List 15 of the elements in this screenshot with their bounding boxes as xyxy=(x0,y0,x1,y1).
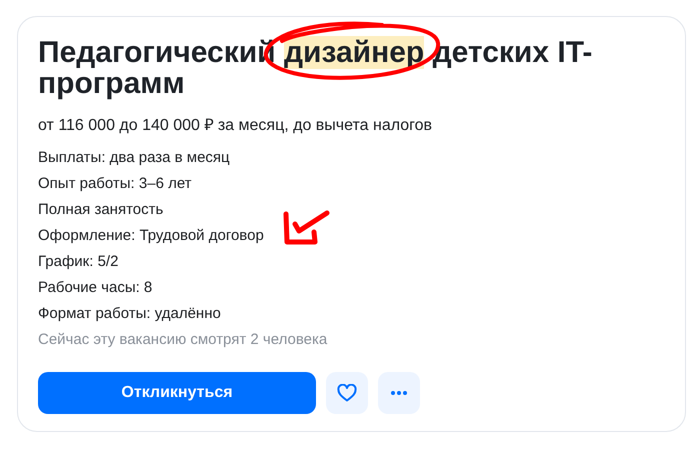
detail-text: Выплаты: два раза в месяц xyxy=(38,148,230,168)
heart-icon xyxy=(337,384,357,402)
viewers-text: Сейчас эту вакансию смотрят 2 человека xyxy=(38,330,328,350)
more-button[interactable] xyxy=(378,372,420,414)
detail-text: График: 5/2 xyxy=(38,252,118,272)
detail-text: Рабочие часы: 8 xyxy=(38,278,152,298)
salary-text: от 116 000 до 140 000 ₽ за месяц, до вычета налогов xyxy=(38,116,434,136)
favorite-button[interactable] xyxy=(326,372,368,414)
apply-button[interactable]: Откликнуться xyxy=(38,372,316,414)
detail-text: Оформление: Трудовой договор xyxy=(38,226,264,246)
detail-text: Опыт работы: 3–6 лет xyxy=(38,174,192,194)
check-mark-drawing xyxy=(283,210,331,246)
detail-text: Полная занятость xyxy=(38,200,164,220)
detail-text: Формат работы: удалённо xyxy=(38,304,221,324)
more-icon xyxy=(391,391,407,395)
